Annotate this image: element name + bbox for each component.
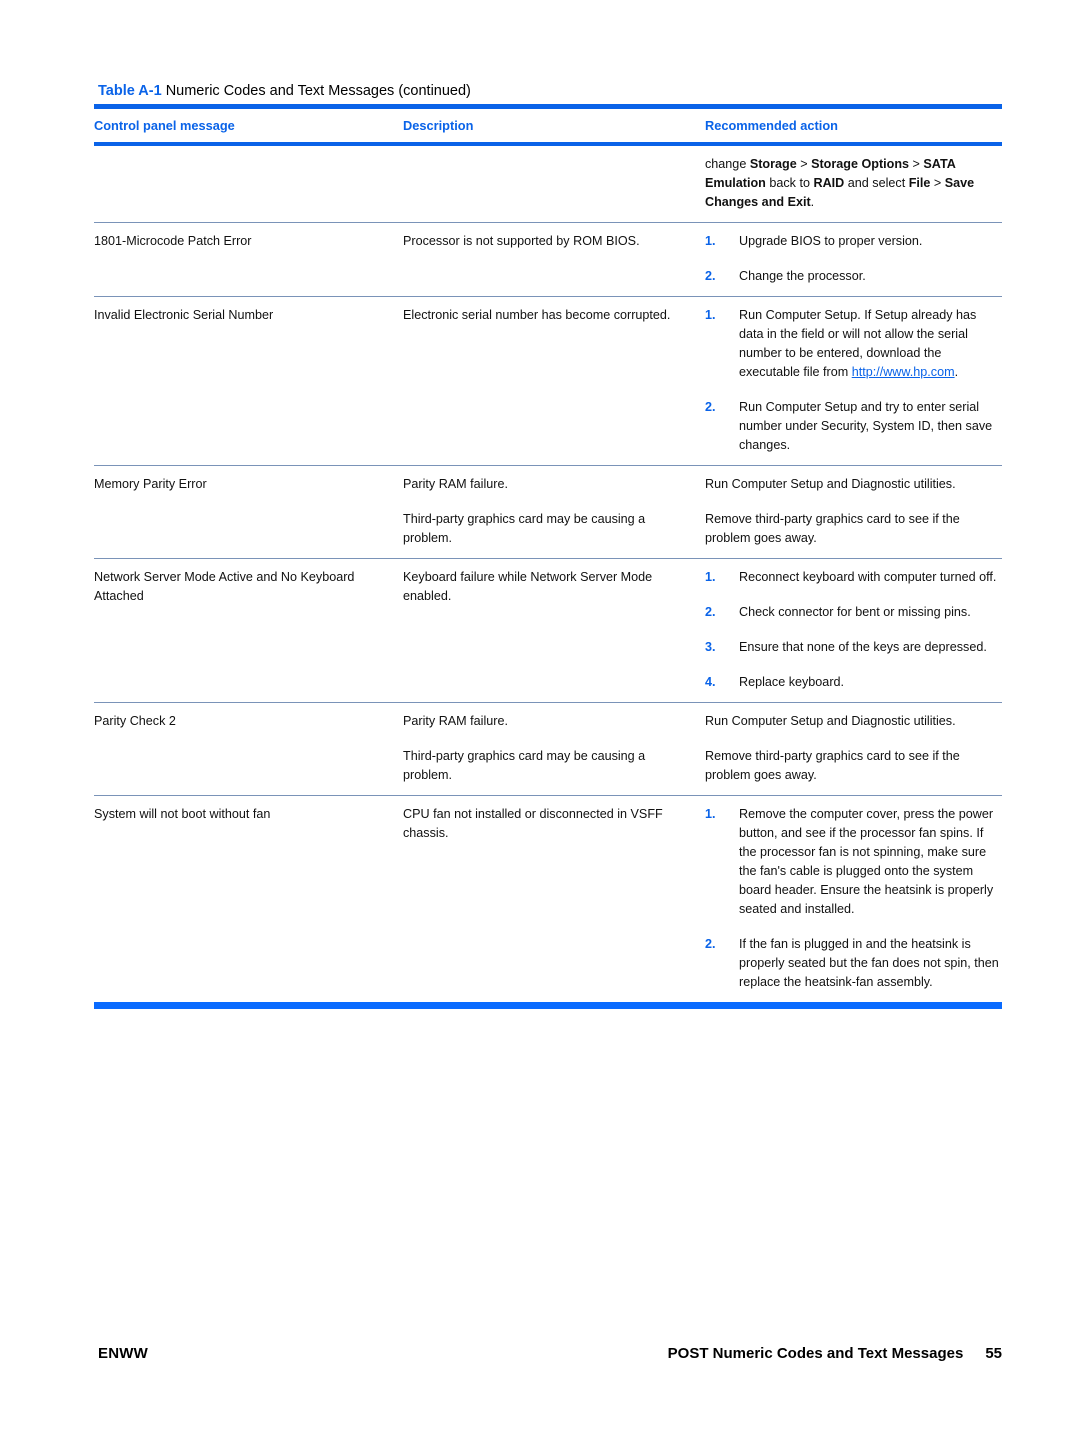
table-caption-label: Table A-1 <box>98 83 162 99</box>
cell-description: Electronic serial number has become corr… <box>403 308 671 322</box>
step-text: Reconnect keyboard with computer turned … <box>739 570 997 584</box>
page-number: 55 <box>985 1345 1002 1362</box>
action-step: 1. Reconnect keyboard with computer turne… <box>705 568 1002 587</box>
emphasis-text: Storage Options <box>811 157 910 171</box>
action-step: 2. Run Computer Setup and try to enter se… <box>705 398 1002 455</box>
action-step: 1. Remove the computer cover, press the p… <box>705 805 1002 919</box>
table-row: Memory Parity Error Parity RAM failure. … <box>94 466 1002 558</box>
action-step-list: 1. Remove the computer cover, press the p… <box>705 805 1002 992</box>
cell-message <box>94 155 403 212</box>
description-paragraph: Third-party graphics card may be causing… <box>403 749 646 782</box>
action-step: 2. Change the processor. <box>705 267 1002 286</box>
description-paragraph: Parity RAM failure. <box>403 714 508 728</box>
plain-text: change <box>705 157 750 171</box>
cell-action: 1. Remove the computer cover, press the p… <box>705 805 1002 992</box>
cell-message: Invalid Electronic Serial Number <box>94 308 274 322</box>
cell-message: 1801-Microcode Patch Error <box>94 234 252 248</box>
step-text: Change the processor. <box>739 269 866 283</box>
step-number: 2. <box>705 400 716 414</box>
plain-text: > <box>796 157 812 171</box>
action-paragraph: Remove third-party graphics card to see … <box>705 512 960 545</box>
column-header-control-panel-message: Control panel message <box>94 118 235 133</box>
emphasis-text: RAID <box>813 176 845 190</box>
step-text: Ensure that none of the keys are depress… <box>739 640 987 654</box>
cell-action: 1. Run Computer Setup. If Setup already h… <box>705 306 1002 455</box>
step-text: Run Computer Setup and try to enter seri… <box>739 400 993 452</box>
numeric-codes-table: Control panel message Description Recomm… <box>94 104 1002 1009</box>
action-step: 3. Ensure that none of the keys are depre… <box>705 638 1002 657</box>
cell-description: Parity RAM failure. Third-party graphics… <box>403 475 705 548</box>
table-caption: Table A-1 Numeric Codes and Text Message… <box>98 82 998 100</box>
action-step-list: 1. Reconnect keyboard with computer turne… <box>705 568 1002 692</box>
document-page: Table A-1 Numeric Codes and Text Message… <box>0 0 1080 1437</box>
cell-action: change Storage > Storage Options > SATA … <box>705 155 1002 212</box>
plain-text: back to <box>765 176 814 190</box>
cell-action: 1. Reconnect keyboard with computer turne… <box>705 568 1002 692</box>
action-step: 2. If the fan is plugged in and the heats… <box>705 935 1002 992</box>
step-text: Upgrade BIOS to proper version. <box>739 234 923 248</box>
column-header-description: Description <box>403 118 474 133</box>
cell-message: Parity Check 2 <box>94 714 176 728</box>
step-text: If the fan is plugged in and the heatsin… <box>739 937 999 989</box>
cell-action: Run Computer Setup and Diagnostic utilit… <box>705 712 1002 785</box>
action-paragraph: Run Computer Setup and Diagnostic utilit… <box>705 714 956 728</box>
external-link[interactable]: http://www.hp.com <box>852 365 955 379</box>
cell-action: 1. Upgrade BIOS to proper version. 2. Chang… <box>705 232 1002 286</box>
action-step: 1. Run Computer Setup. If Setup already h… <box>705 306 1002 382</box>
action-step: 4. Replace keyboard. <box>705 673 1002 692</box>
cell-action: Run Computer Setup and Diagnostic utilit… <box>705 475 1002 548</box>
step-number: 1. <box>705 807 716 821</box>
column-header-recommended-action: Recommended action <box>705 118 838 133</box>
step-number: 2. <box>705 937 716 951</box>
cell-description: CPU fan not installed or disconnected in… <box>403 807 663 840</box>
table-row: Network Server Mode Active and No Keyboa… <box>94 559 1002 702</box>
step-text: Remove the computer cover, press the pow… <box>739 807 994 916</box>
table-row: 1801-Microcode Patch Error Processor is … <box>94 223 1002 296</box>
step-number: 4. <box>705 675 716 689</box>
cell-message: System will not boot without fan <box>94 807 271 821</box>
step-number: 1. <box>705 308 716 322</box>
step-number: 1. <box>705 234 716 248</box>
step-text: Check connector for bent or missing pins… <box>739 605 971 619</box>
action-paragraph: Remove third-party graphics card to see … <box>705 749 960 782</box>
step-number: 2. <box>705 605 716 619</box>
table-row: Parity Check 2 Parity RAM failure. Third… <box>94 703 1002 795</box>
table-header-row: Control panel message Description Recomm… <box>94 109 1002 142</box>
cell-message: Memory Parity Error <box>94 477 207 491</box>
action-step-list: 1. Upgrade BIOS to proper version. 2. Chang… <box>705 232 1002 286</box>
action-step: 1. Upgrade BIOS to proper version. <box>705 232 1002 251</box>
plain-text: > <box>930 176 945 190</box>
step-text: Replace keyboard. <box>739 675 845 689</box>
step-number: 3. <box>705 640 716 654</box>
description-paragraph: Parity RAM failure. <box>403 477 508 491</box>
step-text: Run Computer Setup. If Setup already has… <box>739 308 977 379</box>
step-number: 2. <box>705 269 716 283</box>
step-number: 1. <box>705 570 716 584</box>
table-row: Invalid Electronic Serial Number Electro… <box>94 297 1002 465</box>
description-paragraph: Third-party graphics card may be causing… <box>403 512 646 545</box>
cell-description <box>403 155 705 212</box>
footer-section: POST Numeric Codes and Text Messages 55 <box>668 1345 1002 1362</box>
footer-section-title: POST Numeric Codes and Text Messages <box>667 1345 964 1362</box>
action-step: 2. Check connector for bent or missing pi… <box>705 603 1002 622</box>
table-bottom-rule <box>94 1002 1002 1009</box>
table-row: System will not boot without fan CPU fan… <box>94 796 1002 1002</box>
footer-locale: ENWW <box>98 1345 148 1362</box>
emphasis-text: File <box>908 176 931 190</box>
cell-description: Processor is not supported by ROM BIOS. <box>403 234 640 248</box>
action-paragraph: Run Computer Setup and Diagnostic utilit… <box>705 477 956 491</box>
plain-text: . <box>810 195 815 209</box>
plain-text: > <box>909 157 924 171</box>
action-step-list: 1. Run Computer Setup. If Setup already h… <box>705 306 1002 455</box>
emphasis-text: Storage <box>749 157 797 171</box>
table-row: change Storage > Storage Options > SATA … <box>94 146 1002 222</box>
cell-description: Keyboard failure while Network Server Mo… <box>403 570 653 603</box>
cell-message: Network Server Mode Active and No Keyboa… <box>94 570 355 603</box>
page-footer: ENWW POST Numeric Codes and Text Message… <box>98 1345 1002 1362</box>
cell-description: Parity RAM failure. Third-party graphics… <box>403 712 705 785</box>
plain-text: and select <box>844 176 909 190</box>
table-caption-text: Numeric Codes and Text Messages (continu… <box>165 83 471 99</box>
